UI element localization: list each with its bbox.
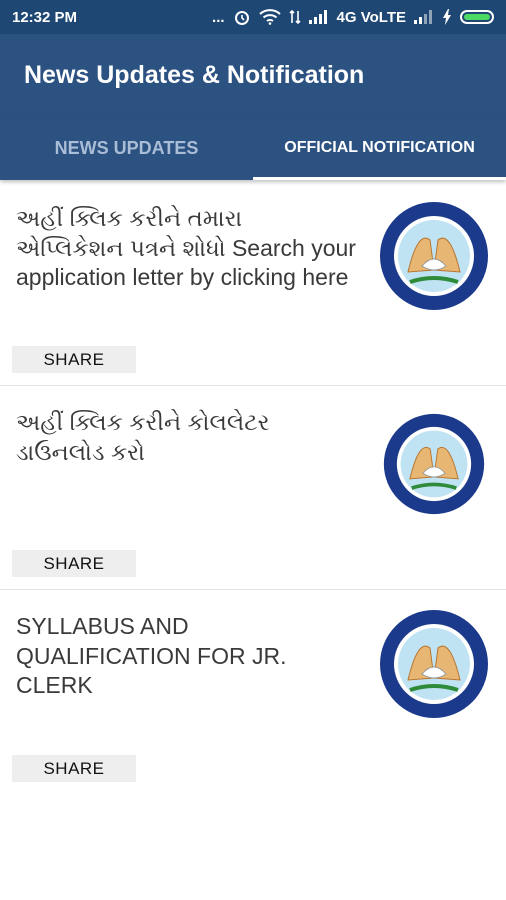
- battery-icon: [460, 10, 494, 24]
- rmc-logo-icon: [383, 413, 485, 515]
- share-button[interactable]: SHARE: [12, 550, 136, 577]
- charging-icon: [442, 9, 452, 25]
- list-item[interactable]: અહીં ક્લિક કરીને તમારા એપ્લિકેશન પત્રને …: [0, 182, 506, 386]
- rmc-logo-icon: [380, 610, 488, 718]
- list-item[interactable]: અહીં ક્લિક કરીને કોલલેટર ડાઉનલોડ કરો SHA…: [0, 386, 506, 590]
- signal-icon-secondary: [414, 10, 434, 24]
- tab-news-updates[interactable]: NEWS UPDATES: [0, 116, 253, 180]
- status-time: 12:32 PM: [12, 8, 78, 26]
- status-bar: 12:32 PM ... 4G VoLTE: [0, 0, 506, 34]
- notification-dots: ...: [212, 8, 225, 26]
- notification-list: અહીં ક્લિક કરીને તમારા એપ્લિકેશન પત્રને …: [0, 182, 506, 794]
- rmc-logo-icon: [380, 202, 488, 310]
- item-text[interactable]: અહીં ક્લિક કરીને કોલલેટર ડાઉનલોડ કરો: [16, 408, 356, 467]
- app-bar: News Updates & Notification: [0, 34, 506, 116]
- battery-fill: [464, 14, 490, 20]
- share-button[interactable]: SHARE: [12, 755, 136, 782]
- data-transfer-icon: [288, 9, 301, 25]
- item-text[interactable]: અહીં ક્લિક કરીને તમારા એપ્લિકેશન પત્રને …: [16, 204, 356, 293]
- signal-icon: [308, 10, 329, 24]
- item-text[interactable]: SYLLABUS AND QUALIFICATION FOR JR. CLERK: [16, 612, 356, 701]
- alarm-icon: [233, 8, 251, 26]
- network-label: 4G VoLTE: [336, 8, 406, 26]
- tab-bar: NEWS UPDATES OFFICIAL NOTIFICATION: [0, 116, 506, 180]
- wifi-icon: [258, 9, 281, 25]
- list-item[interactable]: SYLLABUS AND QUALIFICATION FOR JR. CLERK…: [0, 590, 506, 794]
- tab-official-notification[interactable]: OFFICIAL NOTIFICATION: [253, 116, 506, 180]
- status-icons: ... 4G VoLTE: [212, 8, 494, 26]
- app-title: News Updates & Notification: [24, 60, 365, 89]
- share-button[interactable]: SHARE: [12, 346, 136, 373]
